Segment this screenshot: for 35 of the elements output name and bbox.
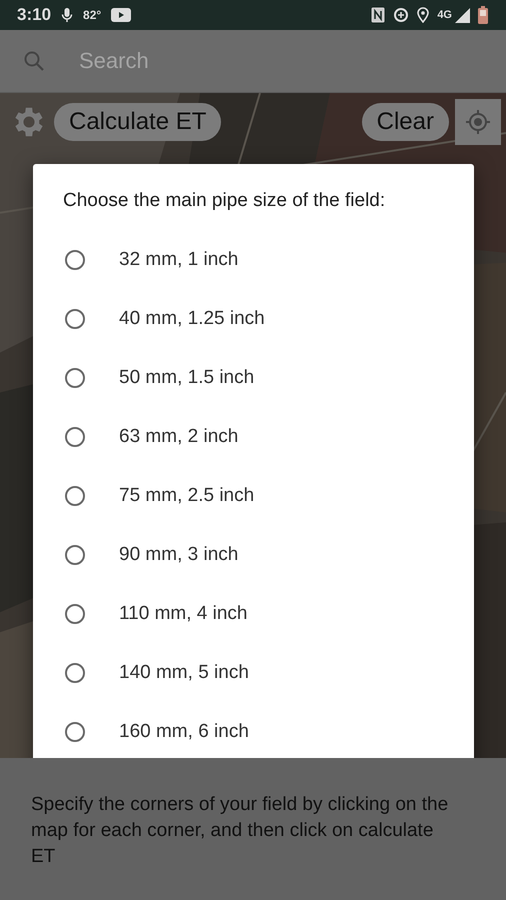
radio-option[interactable]: 75 mm, 2.5 inch <box>33 466 474 525</box>
radio-option[interactable]: 140 mm, 5 inch <box>33 643 474 702</box>
search-field[interactable]: Search <box>79 48 379 74</box>
radio-option[interactable]: 40 mm, 1.25 inch <box>33 289 474 348</box>
radio-button[interactable] <box>65 722 85 742</box>
network-type-text: 4G <box>437 9 452 21</box>
radio-option[interactable]: 160 mm, 6 inch <box>33 702 474 758</box>
instruction-text: Specify the corners of your field by clicking on the map for each corner, and then click on calculate ET <box>31 793 450 869</box>
radio-button[interactable] <box>65 368 85 388</box>
dialog-title: Choose the main pipe size of the field: <box>62 190 386 212</box>
video-icon <box>111 8 132 22</box>
status-time: 3:10 <box>17 5 52 25</box>
microphone-icon <box>61 7 74 23</box>
radio-option[interactable]: 90 mm, 3 inch <box>33 525 474 584</box>
clear-button[interactable]: Clear <box>362 103 449 141</box>
data-saver-icon <box>393 7 410 23</box>
radio-option[interactable]: 50 mm, 1.5 inch <box>33 348 474 407</box>
radio-button[interactable] <box>65 250 85 270</box>
radio-button[interactable] <box>65 662 85 682</box>
location-icon <box>417 7 430 23</box>
signal-icon <box>454 7 470 23</box>
temperature-text: 82° <box>83 8 102 22</box>
radio-option[interactable]: 110 mm, 4 inch <box>33 584 474 643</box>
radio-button[interactable] <box>65 604 85 624</box>
radio-option[interactable]: 32 mm, 1 inch <box>33 230 474 289</box>
search-icon <box>23 50 45 72</box>
location-target-icon <box>465 109 491 135</box>
radio-button[interactable] <box>65 308 85 328</box>
calculate-et-button[interactable]: Calculate ET <box>54 103 222 141</box>
battery-icon <box>478 6 488 24</box>
radio-button[interactable] <box>65 426 85 446</box>
radio-button[interactable] <box>65 486 85 506</box>
radio-button[interactable] <box>65 544 85 564</box>
radio-option[interactable]: 63 mm, 2 inch <box>33 407 474 466</box>
nfc-icon <box>371 7 386 23</box>
